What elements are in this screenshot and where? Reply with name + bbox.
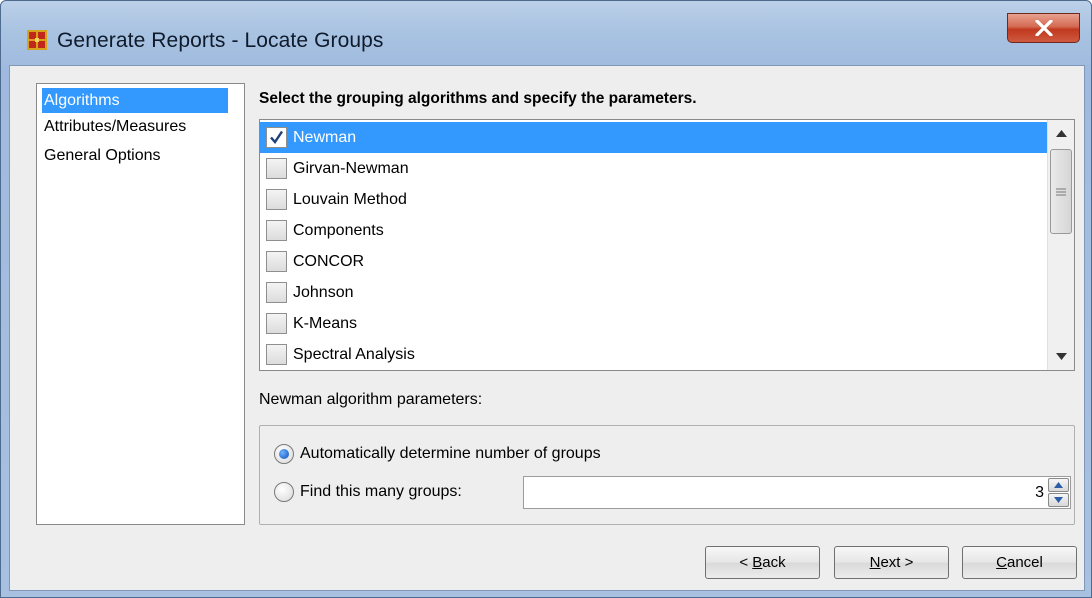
nav-item-general-options[interactable]: General Options [42, 143, 163, 168]
list-item-label: K-Means [293, 314, 358, 332]
params-label: Newman algorithm parameters: [259, 391, 483, 408]
list-item-k-means[interactable]: K-Means [260, 308, 1048, 339]
list-item-label: CONCOR [293, 252, 365, 270]
vertical-scrollbar[interactable] [1047, 120, 1074, 370]
title-bar[interactable]: Generate Reports - Locate Groups [1, 1, 1091, 67]
group-count-spinner[interactable]: 3 [523, 476, 1071, 509]
back-button[interactable]: < Back [705, 546, 820, 579]
johnson-checkbox[interactable] [266, 282, 287, 303]
list-item-concor[interactable]: CONCOR [260, 246, 1048, 277]
algorithm-list: Newman Girvan-Newman Louvain Method Comp… [259, 119, 1075, 371]
next-button[interactable]: Next > [834, 546, 949, 579]
find-groups-label: Find this many groups: [300, 483, 462, 500]
dialog-content: Algorithms Attributes/Measures General O… [9, 65, 1085, 591]
close-button[interactable] [1007, 13, 1080, 43]
arrow-up-icon [1054, 482, 1063, 488]
nav-item-algorithms[interactable]: Algorithms [42, 88, 228, 113]
cancel-button[interactable]: Cancel [962, 546, 1077, 579]
list-item-label: Newman [293, 128, 357, 146]
list-item-newman[interactable]: Newman [260, 122, 1048, 153]
nav-item-attributes-measures[interactable]: Attributes/Measures [42, 114, 188, 139]
auto-groups-option[interactable]: Automatically determine number of groups [274, 444, 601, 464]
params-panel: Automatically determine number of groups… [259, 425, 1075, 525]
auto-groups-radio[interactable] [274, 444, 294, 464]
girvan-newman-checkbox[interactable] [266, 158, 287, 179]
section-heading: Select the grouping algorithms and speci… [259, 90, 697, 107]
back-button-label: ack [762, 554, 786, 571]
components-checkbox[interactable] [266, 220, 287, 241]
cancel-button-label: ancel [1006, 554, 1043, 571]
scrollbar-thumb[interactable] [1050, 149, 1072, 234]
list-item-label: Girvan-Newman [293, 159, 409, 177]
list-item-spectral-analysis[interactable]: Spectral Analysis [260, 339, 1048, 370]
louvain-method-checkbox[interactable] [266, 189, 287, 210]
grip-icon [1056, 188, 1066, 195]
scroll-up-button[interactable] [1048, 120, 1074, 147]
spectral-analysis-checkbox[interactable] [266, 344, 287, 365]
k-means-checkbox[interactable] [266, 313, 287, 334]
next-button-mnemonic: N [869, 554, 881, 571]
spinner-buttons [1048, 478, 1069, 507]
window-title: Generate Reports - Locate Groups [57, 29, 384, 52]
list-item-louvain-method[interactable]: Louvain Method [260, 184, 1048, 215]
list-item-label: Johnson [293, 283, 354, 301]
dialog-window: Generate Reports - Locate Groups Algorit… [0, 0, 1092, 598]
newman-checkbox[interactable] [266, 127, 287, 148]
group-count-value[interactable]: 3 [1035, 484, 1044, 502]
app-icon [27, 30, 47, 50]
arrow-down-icon [1054, 497, 1063, 503]
scroll-down-button[interactable] [1048, 343, 1074, 370]
checkmark-icon [270, 130, 283, 144]
close-icon [1034, 20, 1053, 36]
list-item-label: Components [293, 221, 384, 239]
list-item-label: Spectral Analysis [293, 345, 415, 363]
list-item-girvan-newman[interactable]: Girvan-Newman [260, 153, 1048, 184]
find-groups-radio[interactable] [274, 482, 294, 502]
spinner-down-button[interactable] [1048, 493, 1069, 507]
cancel-button-mnemonic: C [996, 554, 1007, 571]
back-button-mnemonic: B [752, 554, 763, 571]
arrow-up-icon [1056, 130, 1067, 137]
find-groups-option[interactable]: Find this many groups: [274, 482, 462, 502]
auto-groups-label: Automatically determine number of groups [300, 445, 601, 462]
next-button-label: ext > [880, 554, 914, 571]
list-item-label: Louvain Method [293, 190, 407, 208]
spinner-up-button[interactable] [1048, 478, 1069, 492]
list-item-johnson[interactable]: Johnson [260, 277, 1048, 308]
arrow-down-icon [1056, 353, 1067, 360]
category-list: Algorithms Attributes/Measures General O… [36, 83, 245, 525]
back-button-prefix: < [739, 554, 753, 571]
list-item-components[interactable]: Components [260, 215, 1048, 246]
concor-checkbox[interactable] [266, 251, 287, 272]
